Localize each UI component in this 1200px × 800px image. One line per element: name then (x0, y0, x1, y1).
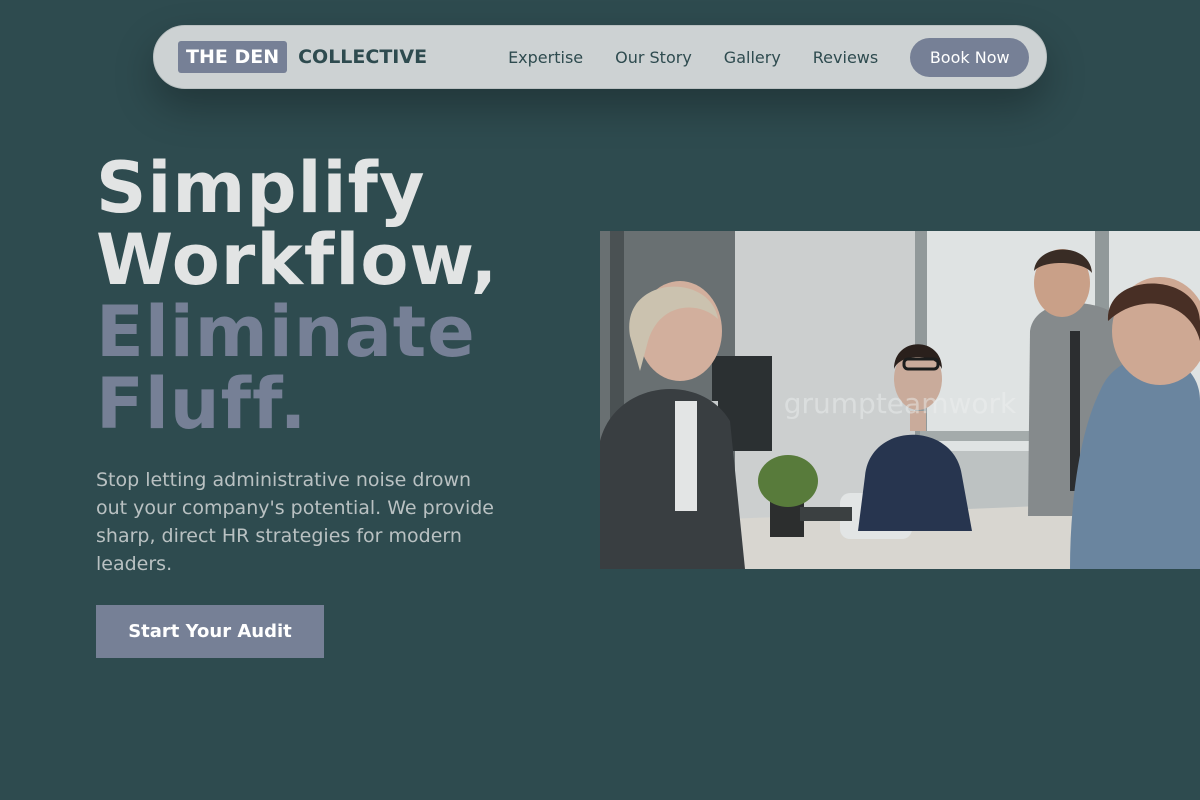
hero-title-line-4: Fluff. (96, 363, 308, 445)
top-nav: THE DEN COLLECTIVE Expertise Our Story G… (153, 25, 1047, 89)
nav-link-reviews[interactable]: Reviews (813, 48, 878, 67)
hero-team-photo: grumpteamwork (600, 231, 1200, 569)
book-now-button[interactable]: Book Now (910, 37, 1030, 77)
brand-box: THE DEN (178, 41, 288, 73)
nav-links: Expertise Our Story Gallery Reviews (508, 48, 878, 67)
hero-title-line-1: Simplify (96, 147, 426, 229)
nav-link-gallery[interactable]: Gallery (724, 48, 781, 67)
nav-link-our-story[interactable]: Our Story (615, 48, 692, 67)
brand-logo[interactable]: THE DEN COLLECTIVE (178, 41, 427, 73)
hero-title: Simplify Workflow, Eliminate Fluff. (96, 152, 498, 440)
brand-text: COLLECTIVE (298, 46, 428, 68)
hero-title-line-2: Workflow, (96, 219, 499, 301)
start-audit-button[interactable]: Start Your Audit (96, 605, 324, 658)
team-meeting-illustration: grumpteamwork (600, 231, 1200, 569)
hero-title-line-3: Eliminate (96, 291, 476, 373)
hero-description: Stop letting administrative noise drown … (96, 469, 494, 575)
nav-link-expertise[interactable]: Expertise (508, 48, 583, 67)
